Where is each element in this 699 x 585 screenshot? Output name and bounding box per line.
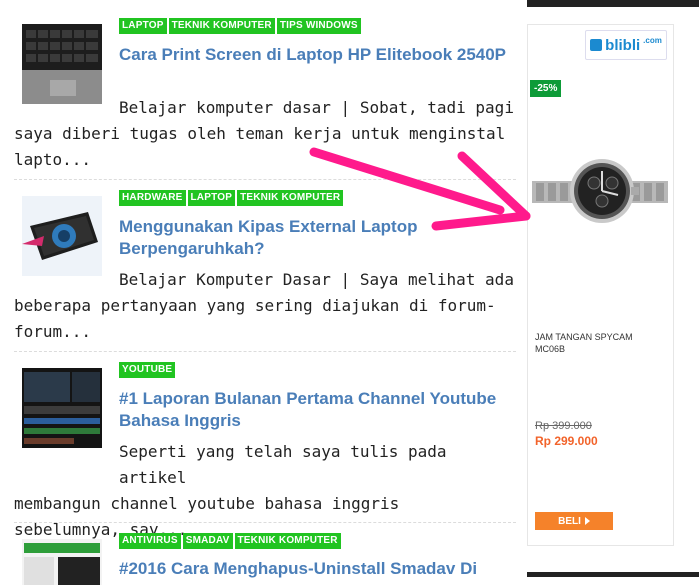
post-tags: YOUTUBE — [119, 362, 176, 378]
post-thumbnail[interactable] — [22, 368, 102, 448]
discount-badge: -25% — [530, 80, 562, 97]
tag-link[interactable]: LAPTOP — [119, 18, 167, 34]
tag-link[interactable]: LAPTOP — [187, 190, 236, 206]
post-title-link[interactable]: #1 Laporan Bulanan Pertama Channel Youtu… — [119, 388, 509, 432]
shopping-bag-icon — [590, 39, 603, 51]
excerpt-rest: beberapa pertanyaan yang sering diajukan… — [14, 296, 496, 341]
post-tags: LAPTOP TEKNIK KOMPUTER TIPS WINDOWS — [119, 18, 361, 34]
tag-link[interactable]: ANTIVIRUS — [119, 533, 181, 549]
divider — [14, 351, 516, 352]
play-arrow-icon — [584, 517, 590, 525]
post-list: LAPTOP TEKNIK KOMPUTER TIPS WINDOWS Cara… — [0, 0, 520, 585]
brand-name: blibli — [605, 36, 641, 54]
post-thumbnail[interactable] — [22, 196, 102, 276]
tag-link[interactable]: TEKNIK KOMPUTER — [237, 190, 344, 206]
excerpt-rest: saya diberi tugas oleh teman kerja untuk… — [14, 124, 506, 169]
excerpt-first-line: Belajar Komputer Dasar | Saya melihat ad… — [119, 270, 514, 289]
tag-link[interactable]: TIPS WINDOWS — [276, 18, 361, 34]
post-excerpt: Belajar Komputer Dasar | Saya melihat ad… — [14, 267, 514, 345]
sidebar-top-bar — [527, 0, 699, 7]
post-tags: ANTIVIRUS SMADAV TEKNIK KOMPUTER — [119, 533, 341, 549]
product-ad[interactable]: blibli .com -25% JAM TANGAN SPYCAM MC06B… — [527, 24, 674, 546]
divider — [14, 522, 516, 523]
tag-link[interactable]: YOUTUBE — [119, 362, 176, 378]
sale-price: Rp 299.000 — [535, 434, 598, 448]
excerpt-first-line: Belajar komputer dasar | Sobat, tadi pag… — [119, 98, 514, 117]
sidebar-bottom-bar — [527, 572, 699, 577]
post-thumbnail[interactable] — [22, 539, 102, 585]
post-title-link[interactable]: Cara Print Screen di Laptop HP Elitebook… — [119, 44, 509, 66]
post-thumbnail[interactable] — [22, 24, 102, 104]
tag-link[interactable]: HARDWARE — [119, 190, 186, 206]
divider — [14, 179, 516, 180]
tag-link[interactable]: TEKNIK KOMPUTER — [168, 18, 275, 34]
post-excerpt: Seperti yang telah saya tulis pada artik… — [14, 439, 514, 543]
post-tags: HARDWARE LAPTOP TEKNIK KOMPUTER — [119, 190, 344, 206]
buy-button[interactable]: BELI — [535, 512, 613, 530]
tag-link[interactable]: TEKNIK KOMPUTER — [234, 533, 341, 549]
tag-link[interactable]: SMADAV — [182, 533, 233, 549]
product-name-link[interactable]: JAM TANGAN SPYCAM MC06B — [535, 331, 665, 355]
post-excerpt: Belajar komputer dasar | Sobat, tadi pag… — [14, 95, 514, 173]
blibli-logo[interactable]: blibli .com — [585, 30, 667, 60]
brand-suffix: .com — [643, 35, 662, 45]
buy-label: BELI — [558, 515, 581, 527]
original-price: Rp 399.000 — [535, 420, 592, 432]
excerpt-first-line: Seperti yang telah saya tulis pada artik… — [119, 442, 447, 487]
watch-image[interactable] — [532, 145, 668, 235]
post-title-link[interactable]: Menggunakan Kipas External Laptop Berpen… — [119, 216, 509, 260]
